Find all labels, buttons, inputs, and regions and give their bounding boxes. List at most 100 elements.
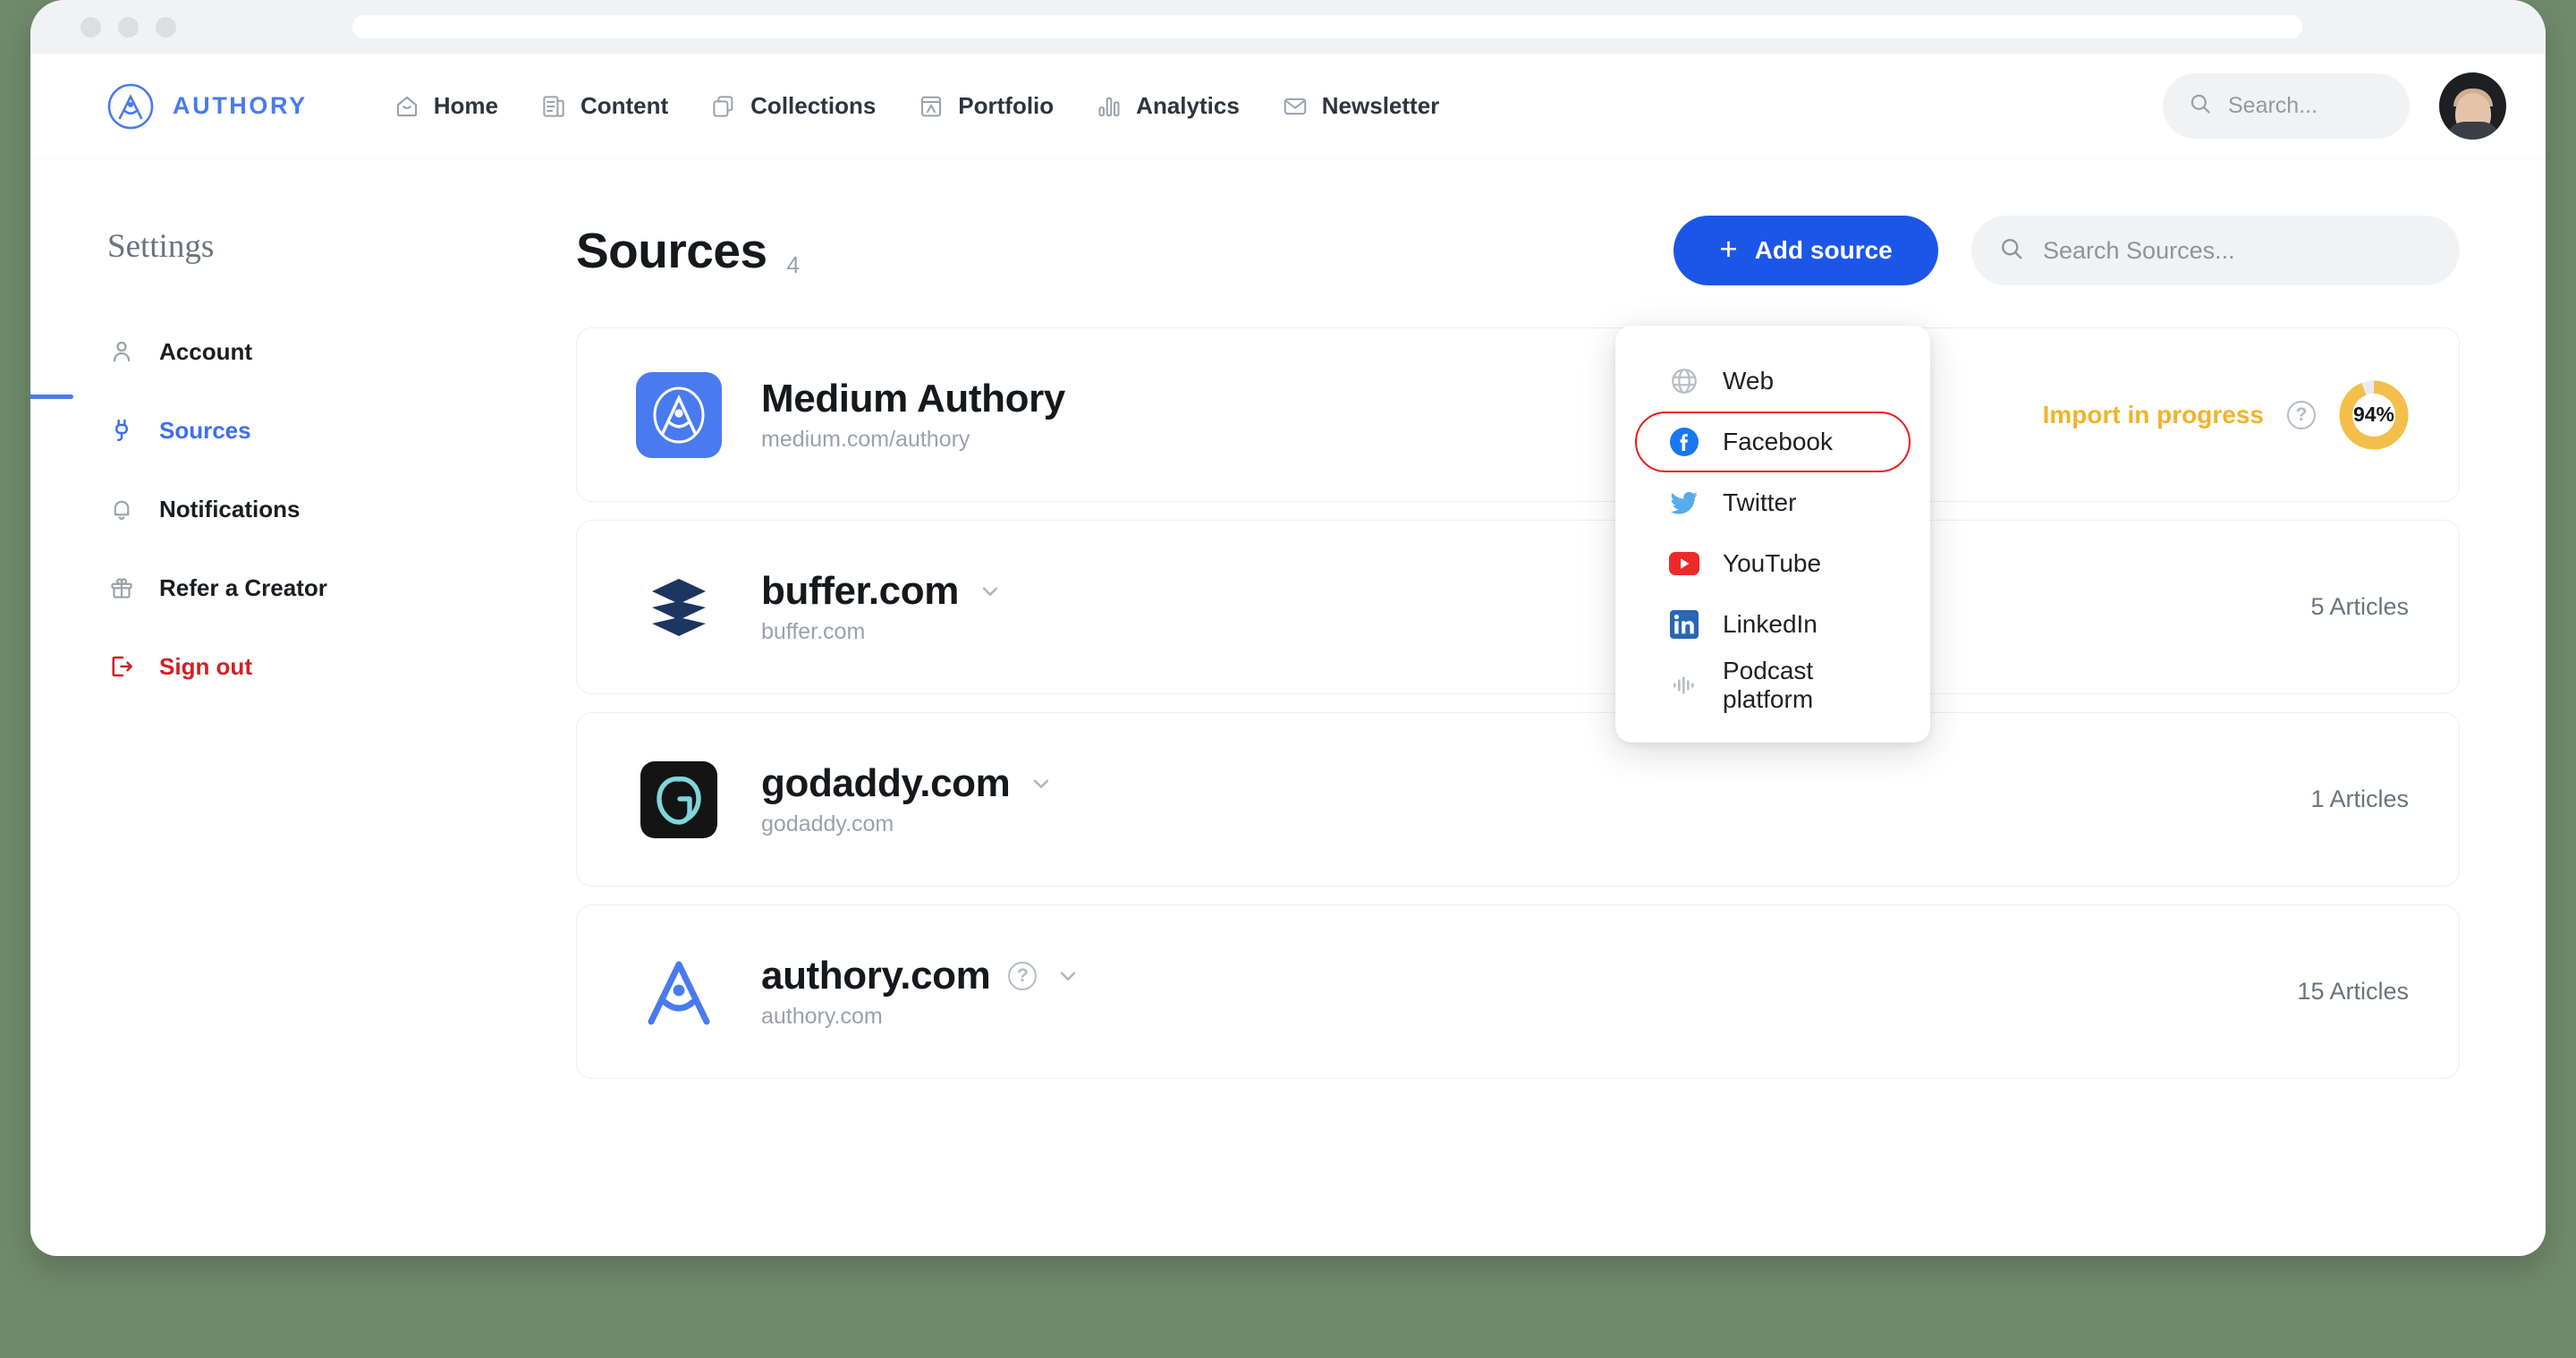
global-search-placeholder: Search... <box>2228 93 2318 118</box>
nav-item-home[interactable]: Home <box>394 92 498 120</box>
sidebar-item-refer-a-creator-label: Refer a Creator <box>159 573 327 601</box>
search-icon <box>1998 235 2025 267</box>
nav-item-collections-label: Collections <box>750 92 877 119</box>
source-card-texts: authory.com ? authory.com <box>761 954 1081 1030</box>
sidebar-item-sign-out[interactable]: Sign out <box>30 627 576 706</box>
sidebar-item-refer-a-creator[interactable]: Refer a Creator <box>30 548 576 627</box>
help-circle-icon[interactable]: ? <box>1008 962 1038 990</box>
plus-icon: + <box>1719 232 1738 267</box>
articles-count: 1 Articles <box>2310 785 2409 812</box>
source-card-title: Medium Authory <box>761 377 1065 420</box>
menu-item-linkedin[interactable]: LinkedIn <box>1635 594 1911 655</box>
authory-logo-icon <box>636 949 722 1035</box>
menu-item-youtube[interactable]: YouTube <box>1635 533 1911 594</box>
source-card-subtitle: medium.com/authory <box>761 427 970 452</box>
source-card-title-row: authory.com ? <box>761 954 1081 998</box>
nav-links: Home Content Collections Portfolio Analy… <box>394 92 1440 120</box>
menu-item-podcast-platform[interactable]: Podcast platform <box>1635 655 1911 716</box>
nav-item-collections[interactable]: Collections <box>710 92 876 120</box>
sidebar-item-notifications[interactable]: Notifications <box>30 470 576 548</box>
close-dot[interactable] <box>80 16 101 38</box>
help-circle-icon[interactable]: ? <box>2287 400 2316 429</box>
nav-item-portfolio-label: Portfolio <box>958 92 1055 119</box>
envelope-icon <box>1282 93 1309 120</box>
articles-count: 15 Articles <box>2297 978 2409 1005</box>
menu-item-twitter[interactable]: Twitter <box>1635 472 1911 533</box>
youtube-icon <box>1667 547 1701 581</box>
minimize-dot[interactable] <box>118 16 139 38</box>
source-card-medium-authory[interactable]: Medium Authory medium.com/authory Import… <box>576 327 2460 502</box>
maximize-dot[interactable] <box>156 16 176 38</box>
nav-item-portfolio[interactable]: Portfolio <box>918 92 1054 120</box>
source-card-right: 15 Articles <box>2297 978 2409 1006</box>
godaddy-logo-icon <box>636 757 722 843</box>
logout-icon <box>107 652 136 681</box>
add-source-dropdown-menu: Web Facebook Twitter YouTube LinkedIn Po… <box>1615 326 1930 743</box>
sidebar-item-sources-label: Sources <box>159 416 251 444</box>
nav-item-newsletter-label: Newsletter <box>1321 92 1440 119</box>
brand-logo[interactable]: AUTHORY <box>107 83 308 130</box>
sidebar-item-sources[interactable]: Sources <box>30 391 576 470</box>
portfolio-window-icon <box>918 93 945 120</box>
search-icon <box>2188 91 2213 121</box>
brand-name: AUTHORY <box>173 92 308 119</box>
source-card-subtitle: buffer.com <box>761 619 866 644</box>
chevron-down-icon[interactable] <box>1055 963 1081 989</box>
nav-item-newsletter[interactable]: Newsletter <box>1282 92 1440 120</box>
page-title: Sources <box>576 223 767 278</box>
nav-item-analytics[interactable]: Analytics <box>1096 92 1240 120</box>
page-title-count: 4 <box>786 251 801 278</box>
twitter-icon <box>1667 486 1701 520</box>
nav-item-content[interactable]: Content <box>540 92 668 120</box>
source-card-title: buffer.com <box>761 569 959 613</box>
medium-authory-logo-icon <box>636 371 722 458</box>
globe-icon <box>1667 364 1701 398</box>
sidebar-item-account-label: Account <box>159 337 252 365</box>
person-icon <box>107 337 136 366</box>
home-icon <box>394 93 420 120</box>
menu-item-facebook[interactable]: Facebook <box>1635 412 1911 472</box>
articles-count: 5 Articles <box>2310 593 2409 620</box>
authory-compass-logo-icon <box>107 83 154 130</box>
import-progress-percent: 94% <box>2352 403 2395 426</box>
source-card-subtitle: godaddy.com <box>761 811 894 836</box>
app-top-navigation: AUTHORY Home Content Collections Portfol… <box>30 54 2546 159</box>
copy-stack-icon <box>710 93 737 120</box>
plug-icon <box>107 416 136 445</box>
chevron-down-icon[interactable] <box>977 578 1004 605</box>
add-source-button[interactable]: + Add source <box>1674 216 1938 285</box>
avatar[interactable] <box>2439 72 2506 140</box>
source-card-title-row: godaddy.com <box>761 761 1055 806</box>
global-search-input[interactable]: Search... <box>2163 73 2410 139</box>
source-card-title: authory.com <box>761 954 991 997</box>
source-card-buffer[interactable]: buffer.com buffer.com 5 Articles <box>576 520 2460 694</box>
page-body: Settings Account Sources Notifications R… <box>30 159 2546 1256</box>
source-card-right: 1 Articles <box>2310 785 2409 813</box>
source-card-texts: buffer.com buffer.com <box>761 569 1004 645</box>
nav-item-home-label: Home <box>433 92 498 119</box>
chevron-down-icon[interactable] <box>1028 770 1055 797</box>
nav-item-content-label: Content <box>580 92 669 119</box>
url-bar[interactable] <box>352 15 2302 38</box>
settings-sidebar: Settings Account Sources Notifications R… <box>30 159 576 1256</box>
browser-window: AUTHORY Home Content Collections Portfol… <box>30 0 2546 1256</box>
source-card-texts: Medium Authory medium.com/authory <box>761 377 1065 453</box>
page-header: Sources 4 + Add source Search Sources... <box>576 209 2460 292</box>
sidebar-item-notifications-label: Notifications <box>159 495 301 522</box>
sidebar-item-account[interactable]: Account <box>30 312 576 391</box>
menu-item-web[interactable]: Web <box>1635 351 1911 412</box>
podcast-waveform-icon <box>1667 668 1701 702</box>
search-sources-input[interactable]: Search Sources... <box>1971 216 2460 285</box>
source-card-authory[interactable]: authory.com ? authory.com 15 Articles <box>576 904 2460 1079</box>
bell-icon <box>107 495 136 523</box>
menu-item-web-label: Web <box>1723 367 1775 395</box>
source-card-godaddy[interactable]: godaddy.com godaddy.com 1 Articles <box>576 712 2460 887</box>
menu-item-twitter-label: Twitter <box>1723 488 1797 516</box>
main-content: Sources 4 + Add source Search Sources...… <box>576 159 2546 1256</box>
linkedin-icon <box>1667 607 1701 641</box>
source-card-right: Import in progress ? 94% <box>2043 380 2409 450</box>
nav-item-analytics-label: Analytics <box>1136 92 1240 119</box>
import-progress-ring: 94% <box>2339 380 2409 450</box>
source-card-title: godaddy.com <box>761 761 1011 805</box>
add-source-button-label: Add source <box>1754 236 1893 264</box>
